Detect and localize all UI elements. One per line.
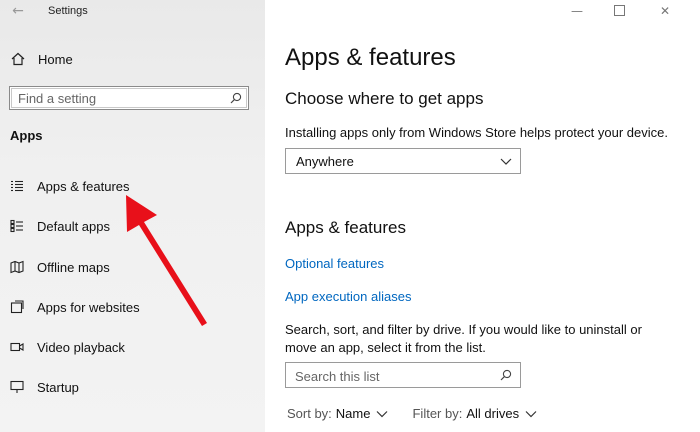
sidebar-item-label: Offline maps: [37, 259, 110, 275]
sidebar-item-home[interactable]: Home: [10, 47, 250, 71]
maximize-button[interactable]: [612, 4, 626, 18]
minimize-icon: —: [571, 4, 583, 18]
sidebar-item-label: Video playback: [37, 339, 125, 355]
sidebar-item-label: Startup: [37, 379, 79, 395]
search-list-box[interactable]: [285, 362, 521, 388]
page-title: Apps & features: [285, 44, 456, 71]
sidebar-item-video-playback[interactable]: Video playback: [10, 336, 250, 358]
window-title: Settings: [48, 5, 88, 17]
find-setting-input[interactable]: [18, 90, 218, 106]
app-execution-aliases-link[interactable]: App execution aliases: [285, 289, 411, 304]
sidebar-item-apps-for-websites[interactable]: Apps for websites: [10, 296, 250, 318]
chevron-down-icon: [377, 410, 388, 417]
video-icon: [10, 342, 24, 352]
sidebar-item-label: Apps & features: [37, 178, 130, 194]
optional-features-link[interactable]: Optional features: [285, 256, 384, 271]
back-arrow-icon: ←: [12, 3, 24, 19]
sidebar-item-label: Apps for websites: [37, 299, 140, 315]
window-controls: — ✕: [560, 0, 700, 24]
dropdown-value: Anywhere: [296, 154, 354, 169]
sidebar-item-default-apps[interactable]: Default apps: [10, 215, 250, 237]
sort-value: Name: [335, 406, 371, 421]
app-source-dropdown[interactable]: Anywhere: [285, 148, 521, 174]
back-button[interactable]: ←: [8, 2, 28, 20]
minimize-button[interactable]: —: [570, 4, 584, 18]
search-icon[interactable]: [500, 369, 512, 381]
apps-for-websites-icon: [10, 300, 24, 314]
map-icon: [10, 260, 24, 274]
sort-filter-row: Sort by: Name Filter by: All drives: [287, 406, 537, 421]
sidebar-item-label: Default apps: [37, 218, 110, 234]
default-apps-icon: [10, 219, 23, 233]
filter-label: Filter by:: [412, 406, 463, 421]
choose-heading: Choose where to get apps: [285, 89, 484, 108]
filter-value: All drives: [466, 406, 520, 421]
sidebar: ← Settings Home Apps Apps & features: [0, 0, 265, 432]
title-bar: ← Settings: [0, 0, 265, 24]
startup-icon: [10, 380, 24, 393]
sort-label: Sort by:: [287, 406, 332, 421]
find-setting-search[interactable]: [9, 86, 249, 110]
section-heading: Apps & features: [285, 218, 406, 237]
home-icon: [11, 52, 25, 66]
sidebar-item-label: Home: [38, 51, 73, 67]
list-icon: [11, 180, 23, 192]
sort-dropdown[interactable]: Sort by: Name: [287, 406, 388, 421]
sidebar-group-title: Apps: [10, 128, 43, 143]
maximize-icon: [613, 5, 625, 16]
store-description: Installing apps only from Windows Store …: [285, 125, 668, 140]
search-list-input[interactable]: [295, 368, 485, 384]
close-icon: ✕: [659, 4, 671, 18]
sidebar-item-startup[interactable]: Startup: [10, 376, 250, 398]
sidebar-item-offline-maps[interactable]: Offline maps: [10, 256, 250, 278]
sidebar-item-apps-features[interactable]: Apps & features: [10, 175, 250, 197]
filter-dropdown[interactable]: Filter by: All drives: [412, 406, 537, 421]
main-content: — ✕ Apps & features Choose where to get …: [265, 0, 700, 432]
search-description: Search, sort, and filter by drive. If yo…: [285, 322, 642, 355]
close-button[interactable]: ✕: [658, 4, 672, 18]
chevron-down-icon: [500, 158, 512, 165]
chevron-down-icon: [525, 410, 537, 417]
search-icon[interactable]: [230, 92, 242, 104]
